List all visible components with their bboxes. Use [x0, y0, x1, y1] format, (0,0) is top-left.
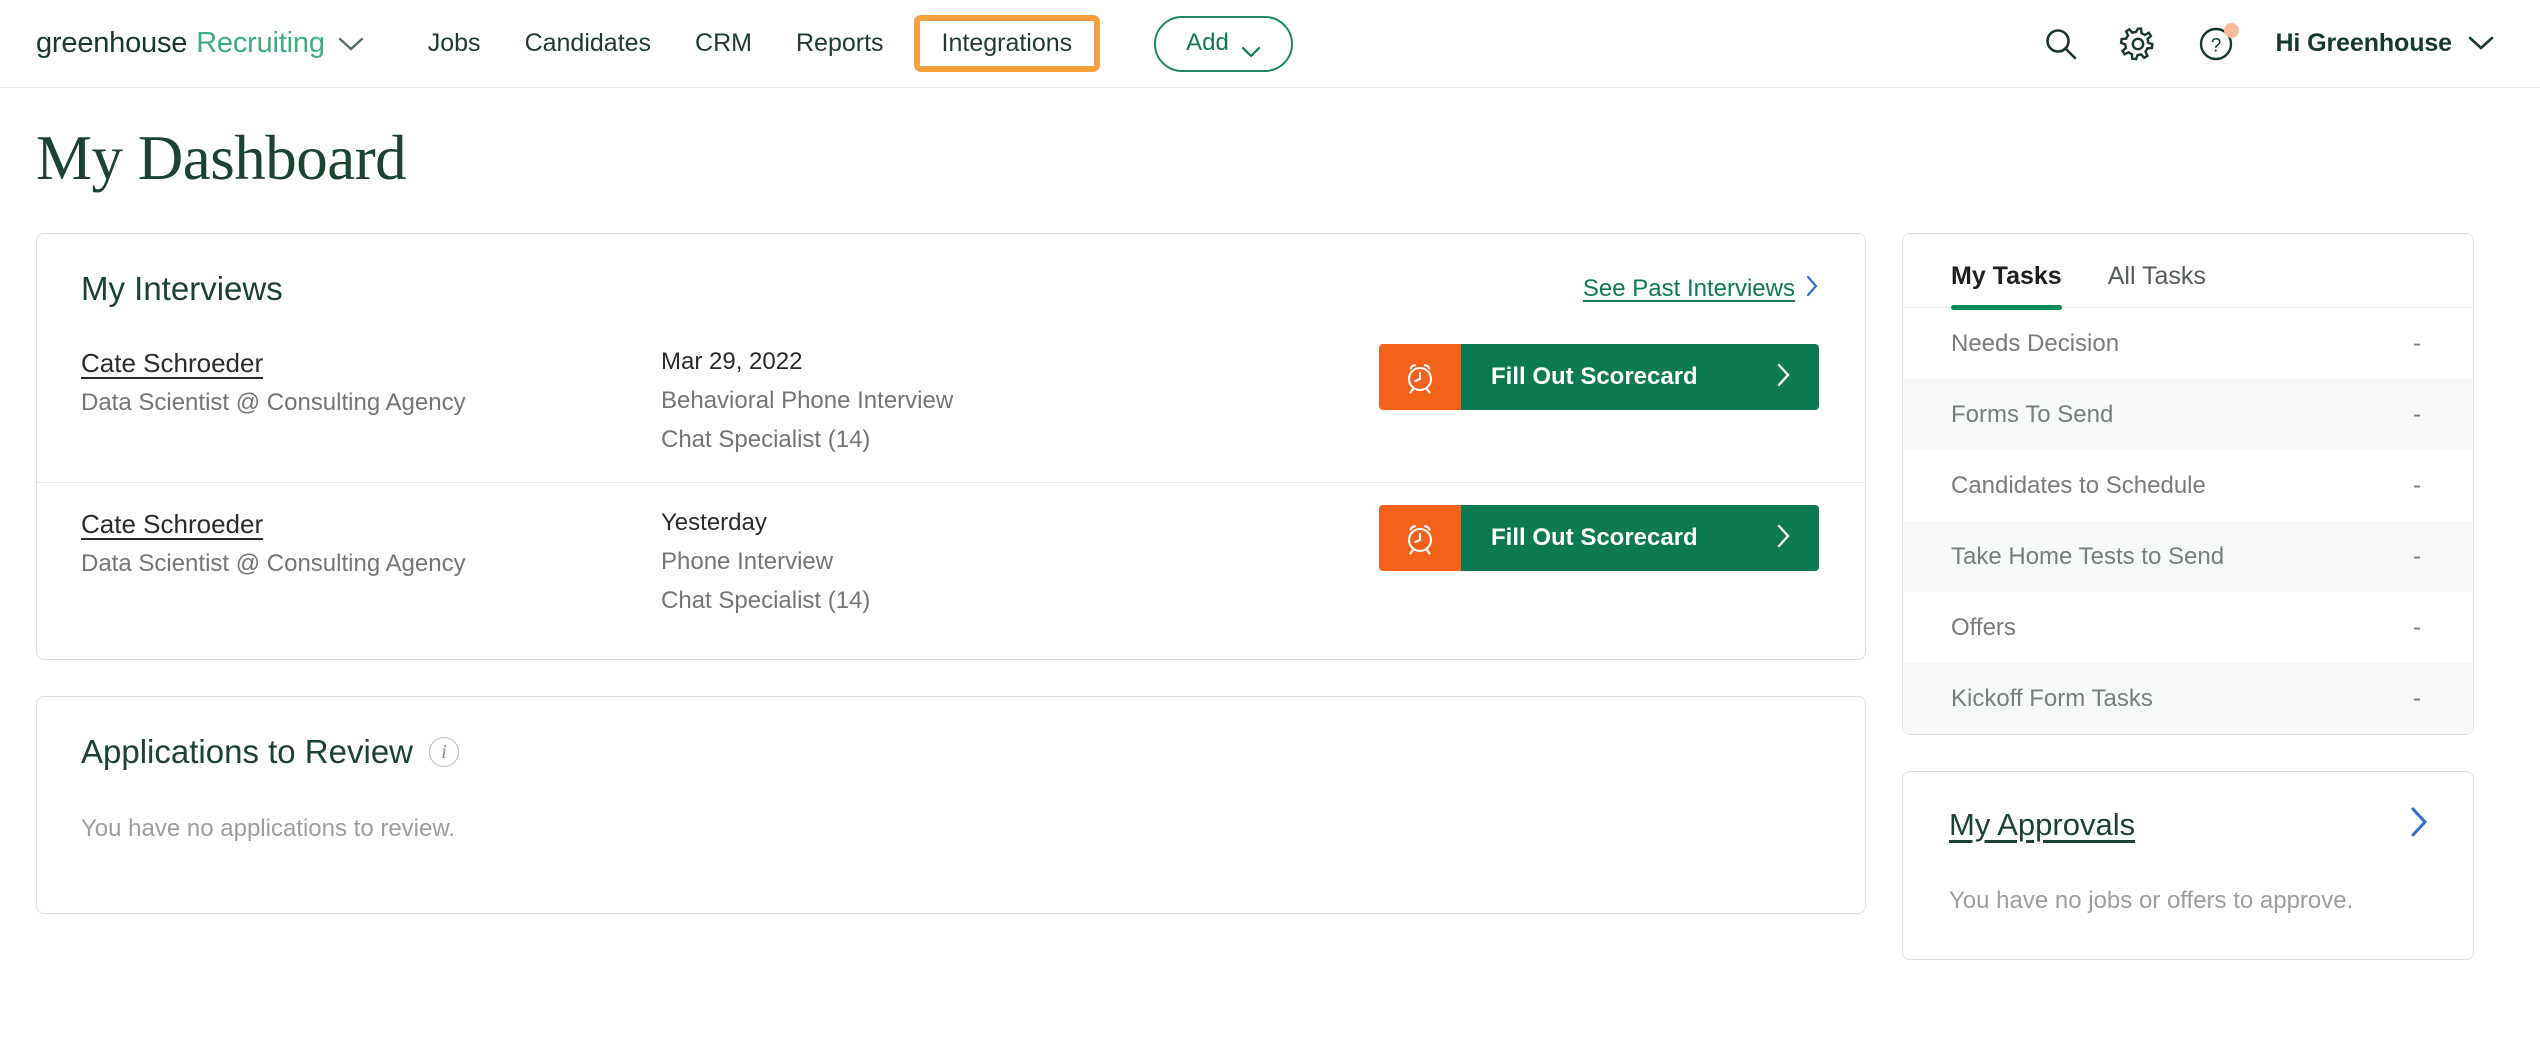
nav-right-actions: ? Hi Greenhouse	[2043, 22, 2504, 63]
see-past-interviews-label: See Past Interviews	[1582, 275, 1795, 302]
interview-date: Yesterday	[661, 509, 767, 536]
table-row: Cate Schroeder Data Scientist @ Consulti…	[37, 322, 1865, 476]
primary-nav-links: Jobs Candidates CRM Reports Integrations	[406, 15, 1108, 72]
chevron-down-icon	[2468, 29, 2494, 58]
dashboard-layout: My Interviews See Past Interviews Cate S…	[0, 195, 2540, 960]
task-label: Forms To Send	[1951, 400, 2114, 428]
my-approvals-header: My Approvals	[1949, 806, 2429, 843]
fill-out-scorecard-label: Fill Out Scorecard	[1491, 363, 1698, 390]
tab-my-tasks[interactable]: My Tasks	[1951, 262, 2062, 310]
approvals-empty-text: You have no jobs or offers to approve.	[1949, 887, 2354, 914]
alarm-clock-icon	[1379, 505, 1461, 571]
main-column: My Interviews See Past Interviews Cate S…	[36, 233, 1866, 914]
nav-link-crm[interactable]: CRM	[673, 31, 774, 56]
task-count: -	[2413, 684, 2421, 712]
my-approvals-card: My Approvals You have no jobs or offers …	[1902, 771, 2474, 960]
tab-all-tasks[interactable]: All Tasks	[2108, 262, 2206, 307]
applications-empty-text: You have no applications to review.	[81, 815, 456, 842]
chevron-right-icon	[1776, 524, 1791, 553]
nav-link-integrations-highlight: Integrations	[913, 15, 1101, 72]
page-title: My Dashboard	[36, 123, 407, 193]
interview-stage: Chat Specialist (14)	[661, 587, 871, 614]
add-button[interactable]: Add	[1154, 15, 1293, 72]
candidate-name-link[interactable]: Cate Schroeder	[81, 348, 263, 379]
nav-link-reports[interactable]: Reports	[774, 31, 906, 56]
task-label: Take Home Tests to Send	[1951, 542, 2225, 570]
gear-icon[interactable]	[2119, 25, 2157, 63]
top-navigation-bar: greenhouse Recruiting Jobs Candidates CR…	[0, 0, 2540, 88]
fill-out-scorecard-body: Fill Out Scorecard	[1461, 505, 1819, 571]
info-icon[interactable]: i	[429, 737, 459, 767]
interview-candidate-cell: Cate Schroeder Data Scientist @ Consulti…	[81, 505, 661, 578]
nav-link-integrations[interactable]: Integrations	[932, 31, 1083, 56]
interview-details-cell: Yesterday Phone Interview Chat Specialis…	[661, 505, 1379, 615]
task-row-forms-to-send[interactable]: Forms To Send -	[1903, 379, 2473, 450]
candidate-role: Data Scientist @ Consulting Agency	[81, 389, 466, 416]
chevron-down-icon	[1241, 37, 1261, 58]
my-interviews-header: My Interviews See Past Interviews	[37, 234, 1865, 322]
table-row: Cate Schroeder Data Scientist @ Consulti…	[37, 482, 1865, 637]
user-menu[interactable]: Hi Greenhouse	[2275, 29, 2494, 58]
interview-date: Mar 29, 2022	[661, 348, 803, 375]
candidate-name-link[interactable]: Cate Schroeder	[81, 509, 263, 540]
interview-type: Phone Interview	[661, 548, 834, 575]
task-label: Candidates to Schedule	[1951, 471, 2206, 499]
task-label: Offers	[1951, 613, 2016, 641]
user-greeting-label: Hi Greenhouse	[2275, 29, 2452, 57]
applications-to-review-title: Applications to Review	[81, 733, 413, 770]
chevron-right-icon[interactable]	[2409, 806, 2429, 843]
applications-to-review-header: Applications to Review i	[81, 733, 1821, 771]
task-count: -	[2413, 613, 2421, 641]
task-count: -	[2413, 400, 2421, 428]
brand-name-secondary: Recruiting	[196, 27, 325, 59]
interview-type: Behavioral Phone Interview	[661, 387, 954, 414]
chevron-down-icon[interactable]	[338, 27, 364, 60]
task-row-take-home-tests-to-send[interactable]: Take Home Tests to Send -	[1903, 521, 2473, 592]
fill-out-scorecard-button[interactable]: Fill Out Scorecard	[1379, 505, 1819, 571]
tasks-card: My Tasks All Tasks Needs Decision - Form…	[1902, 233, 2474, 735]
interview-stage: Chat Specialist (14)	[661, 426, 871, 453]
notification-dot	[2224, 22, 2240, 38]
add-button-label: Add	[1186, 28, 1229, 56]
alarm-clock-icon	[1379, 344, 1461, 410]
task-row-candidates-to-schedule[interactable]: Candidates to Schedule -	[1903, 450, 2473, 521]
fill-out-scorecard-label: Fill Out Scorecard	[1491, 524, 1698, 551]
task-label: Needs Decision	[1951, 329, 2120, 357]
candidate-role: Data Scientist @ Consulting Agency	[81, 550, 466, 577]
task-row-offers[interactable]: Offers -	[1903, 592, 2473, 663]
see-past-interviews-link[interactable]: See Past Interviews	[1583, 275, 1819, 304]
brand-logo[interactable]: greenhouse Recruiting	[36, 27, 364, 60]
fill-out-scorecard-body: Fill Out Scorecard	[1461, 344, 1819, 410]
search-icon[interactable]	[2043, 26, 2079, 62]
help-circle-icon[interactable]: ?	[2197, 22, 2240, 63]
chevron-right-icon	[1805, 275, 1819, 304]
tasks-tabs: My Tasks All Tasks	[1903, 234, 2473, 310]
chevron-right-icon	[1776, 363, 1791, 392]
brand-name-primary: greenhouse	[36, 27, 188, 59]
task-count: -	[2413, 329, 2421, 357]
task-count: -	[2413, 471, 2421, 499]
interview-candidate-cell: Cate Schroeder Data Scientist @ Consulti…	[81, 344, 661, 417]
task-row-kickoff-form-tasks[interactable]: Kickoff Form Tasks -	[1903, 663, 2473, 734]
sidebar-column: My Tasks All Tasks Needs Decision - Form…	[1902, 233, 2474, 960]
task-label: Kickoff Form Tasks	[1951, 684, 2153, 712]
my-interviews-card: My Interviews See Past Interviews Cate S…	[36, 233, 1866, 660]
interview-details-cell: Mar 29, 2022 Behavioral Phone Interview …	[661, 344, 1379, 454]
my-approvals-title-link[interactable]: My Approvals	[1949, 807, 2135, 843]
nav-link-candidates[interactable]: Candidates	[503, 31, 673, 56]
svg-text:?: ?	[2211, 35, 2222, 56]
fill-out-scorecard-button[interactable]: Fill Out Scorecard	[1379, 344, 1819, 410]
my-interviews-title: My Interviews	[81, 270, 283, 307]
task-row-needs-decision[interactable]: Needs Decision -	[1903, 308, 2473, 379]
nav-link-jobs[interactable]: Jobs	[406, 31, 503, 56]
applications-to-review-card: Applications to Review i You have no app…	[36, 696, 1866, 914]
task-count: -	[2413, 542, 2421, 570]
